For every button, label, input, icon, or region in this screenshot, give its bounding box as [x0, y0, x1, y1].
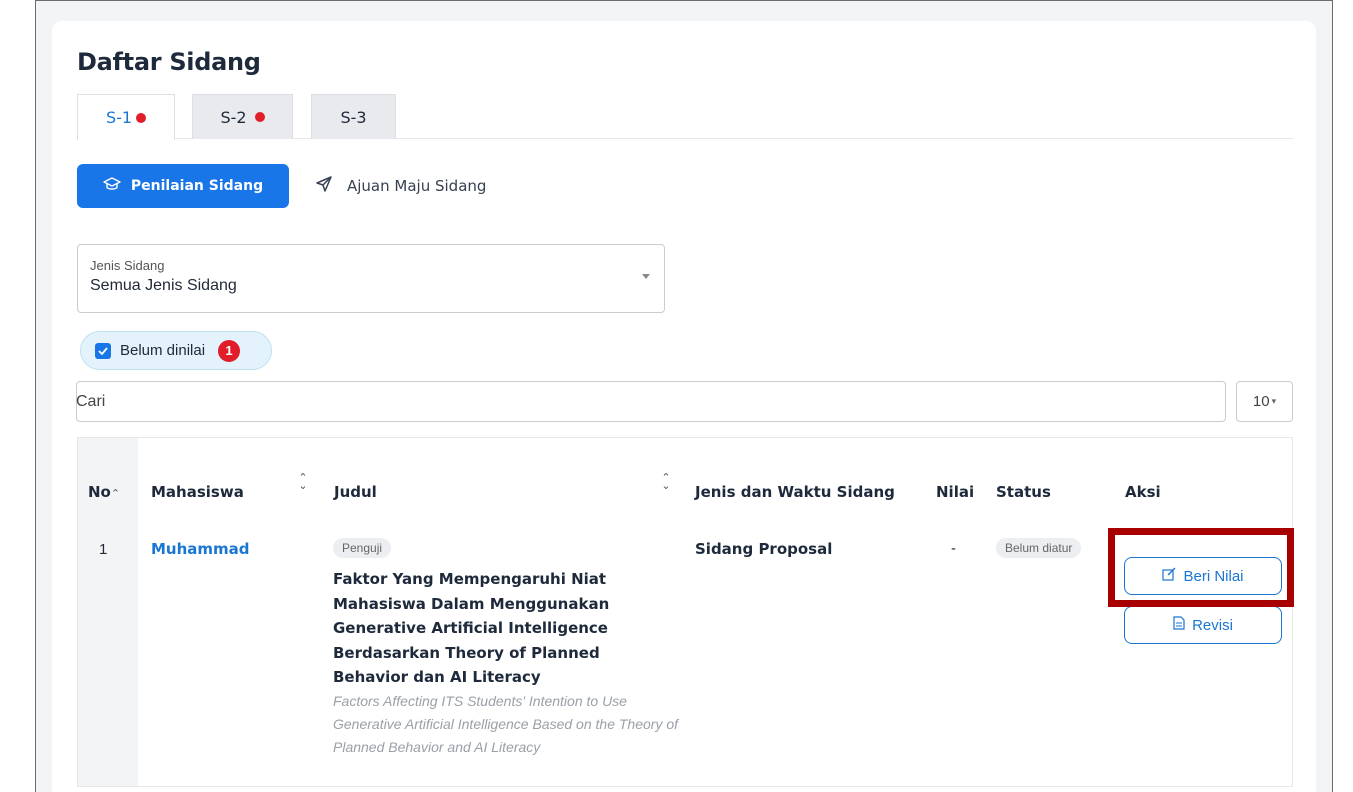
belum-dinilai-filter-chip[interactable]: Belum dinilai 1: [80, 331, 272, 370]
sort-icon[interactable]: ⌃ ⌄: [661, 473, 671, 492]
content-card: Daftar Sidang S-1 S-2 S-3 Penilaian Sida…: [52, 21, 1316, 792]
tab-label: S-2: [220, 107, 247, 127]
penilaian-sidang-button[interactable]: Penilaian Sidang: [77, 164, 289, 208]
header-status: Status: [996, 483, 1051, 501]
penilaian-sidang-label: Penilaian Sidang: [130, 178, 264, 194]
header-nilai: Nilai: [936, 483, 975, 501]
checkbox-checked-icon[interactable]: [95, 342, 111, 359]
caret-down-icon: ▾: [1271, 396, 1277, 406]
tab-s2[interactable]: S-2: [192, 94, 293, 139]
search-input[interactable]: Cari: [76, 381, 1226, 422]
status-badge: Belum diatur: [996, 538, 1082, 558]
notification-dot: [254, 112, 265, 122]
count-badge: 1: [218, 339, 241, 362]
thesis-title-english: Factors Affecting ITS Students' Intentio…: [333, 693, 679, 755]
per-page-value: 10: [1252, 393, 1270, 410]
tab-label: S-3: [340, 107, 367, 127]
tab-s1[interactable]: S-1: [77, 94, 175, 140]
search-placeholder: Cari: [76, 392, 106, 410]
row-number: 1: [99, 541, 108, 558]
select-label: Jenis Sidang: [90, 258, 165, 273]
app-frame: Daftar Sidang S-1 S-2 S-3 Penilaian Sida…: [35, 0, 1333, 792]
ajuan-maju-sidang-button[interactable]: Ajuan Maju Sidang: [315, 164, 486, 208]
sort-icon: ⌃: [110, 487, 121, 500]
tab-bar: S-1 S-2 S-3: [77, 94, 1293, 140]
header-mahasiswa[interactable]: Mahasiswa: [151, 483, 244, 501]
student-name-link[interactable]: Muhammad: [151, 540, 250, 558]
header-jenis-waktu: Jenis dan Waktu Sidang: [695, 483, 895, 501]
paper-plane-icon: [315, 175, 333, 197]
graduation-cap-icon: [103, 176, 121, 196]
revisi-button[interactable]: Revisi: [1124, 606, 1282, 644]
sidang-type: Sidang Proposal: [695, 540, 833, 558]
sort-icon[interactable]: ⌃ ⌄: [298, 473, 308, 492]
jenis-sidang-select[interactable]: Jenis Sidang Semua Jenis Sidang: [77, 244, 665, 313]
notification-dot: [136, 112, 147, 123]
role-badge: Penguji: [333, 538, 392, 558]
document-icon: [1173, 616, 1185, 634]
sidang-table: No⌃ Mahasiswa ⌃ ⌄ Judul ⌃ ⌄ Jenis dan Wakt…: [77, 437, 1294, 787]
grade-value: -: [951, 540, 956, 557]
tab-s3[interactable]: S-3: [311, 94, 396, 139]
page-title: Daftar Sidang: [77, 48, 261, 76]
header-aksi: Aksi: [1125, 483, 1161, 501]
tab-label: S-1: [105, 108, 133, 127]
chevron-down-icon: [642, 274, 650, 279]
per-page-select[interactable]: 10 ▾: [1236, 381, 1293, 422]
ajuan-maju-sidang-label: Ajuan Maju Sidang: [347, 177, 487, 195]
chip-label: Belum dinilai: [120, 342, 206, 359]
thesis-title: Faktor Yang Mempengaruhi Niat Mahasiswa …: [333, 570, 610, 686]
highlight-box: [1108, 528, 1294, 607]
revisi-label: Revisi: [1192, 616, 1233, 634]
select-value: Semua Jenis Sidang: [90, 277, 237, 294]
header-no[interactable]: No⌃: [88, 483, 120, 501]
header-judul[interactable]: Judul: [334, 483, 377, 501]
